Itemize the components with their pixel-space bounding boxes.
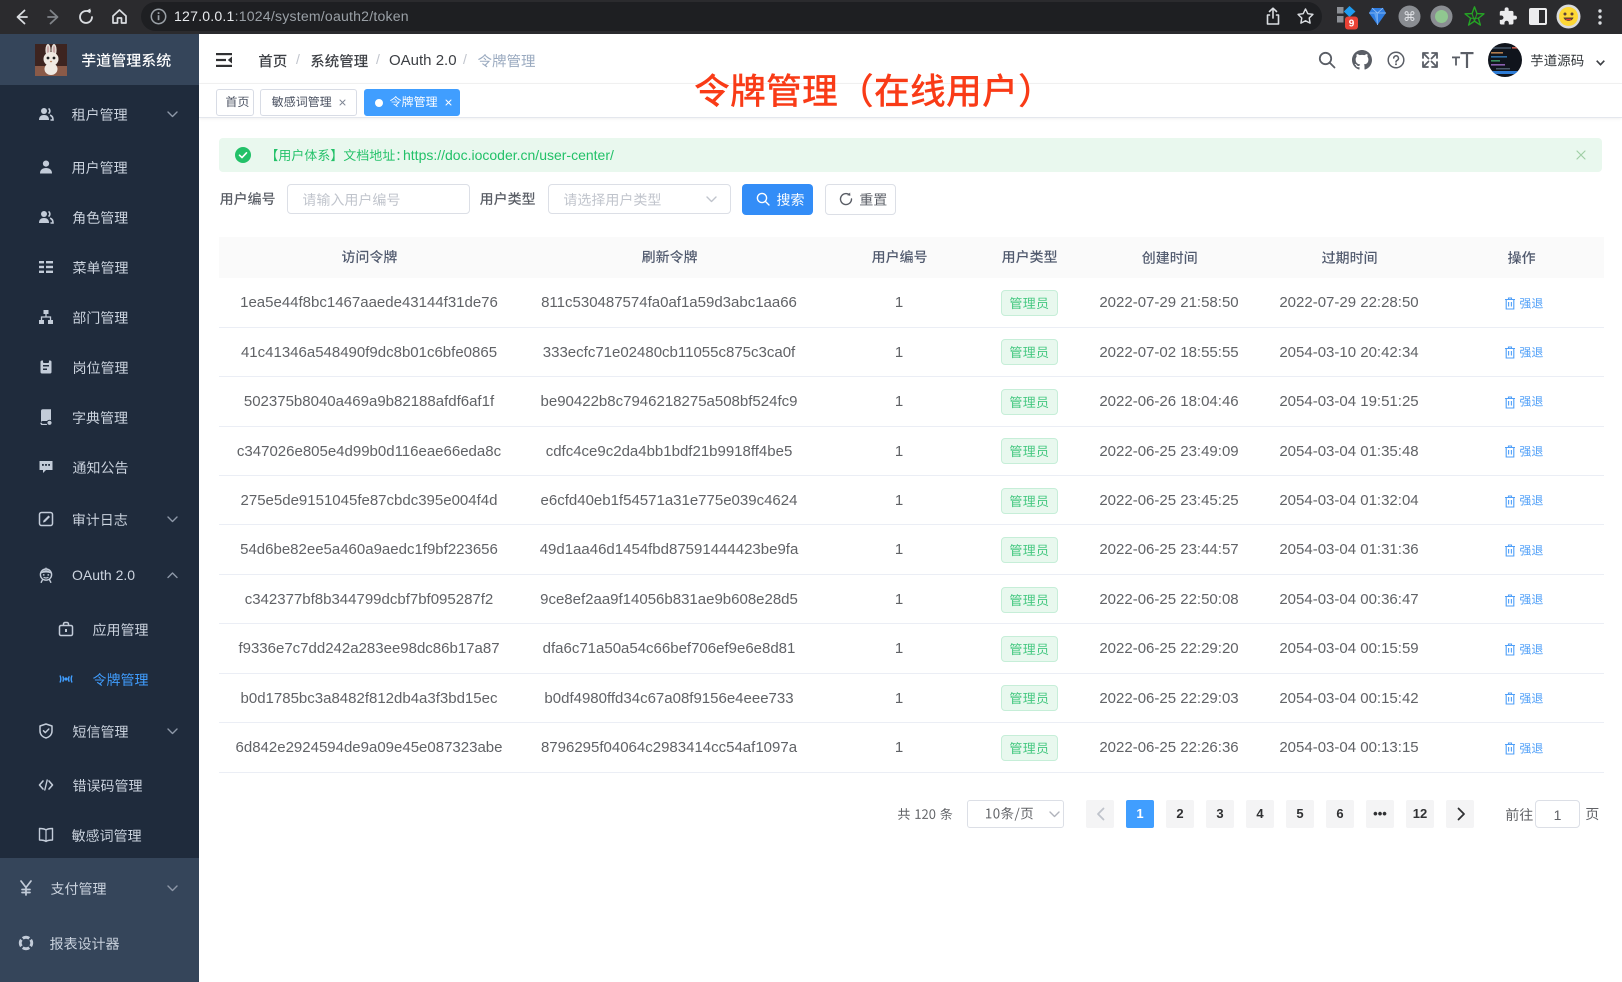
- svg-text:9: 9: [1349, 19, 1355, 30]
- svg-text:⌘: ⌘: [1403, 9, 1416, 24]
